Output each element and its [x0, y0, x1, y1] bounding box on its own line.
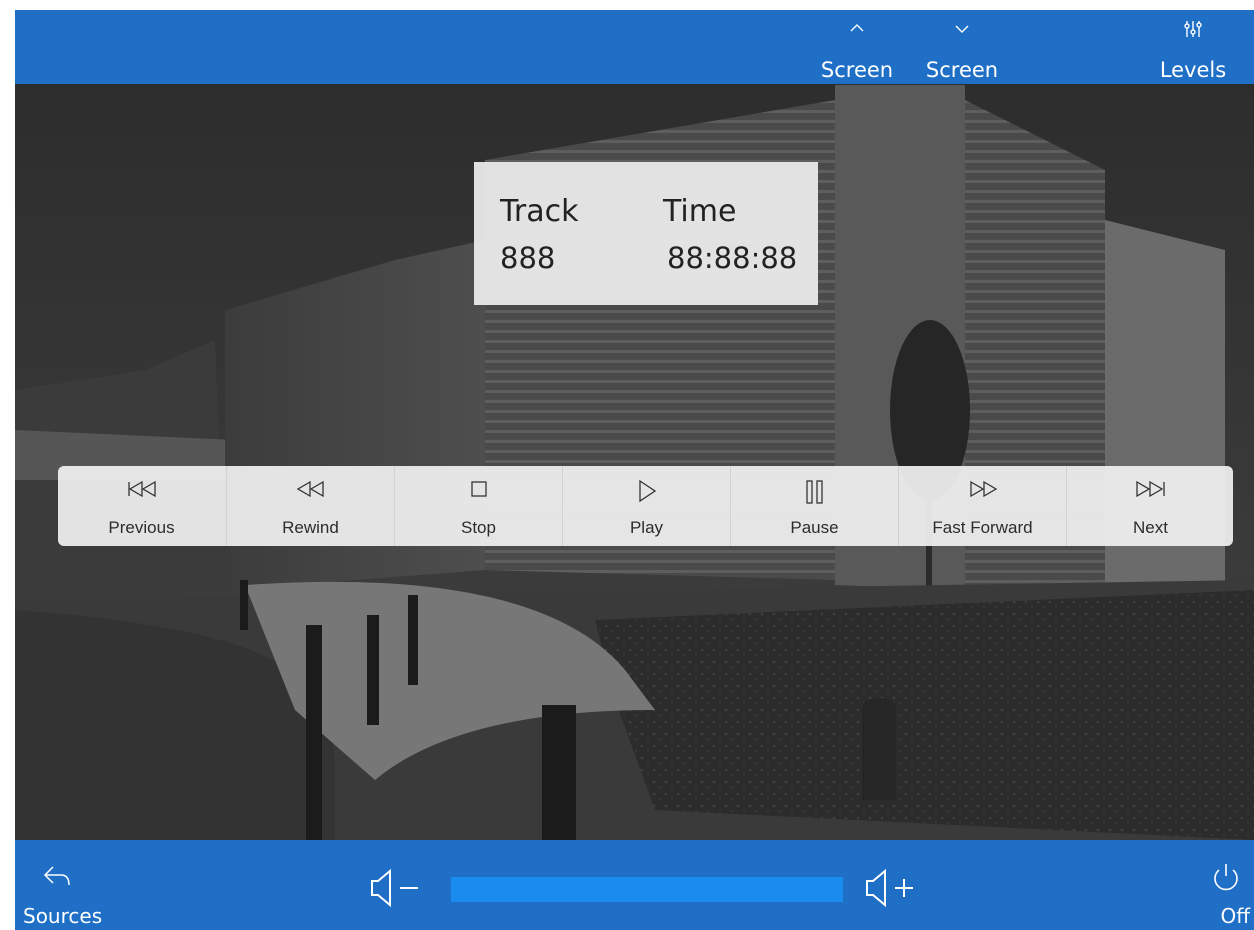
fast-forward-label: Fast Forward [932, 518, 1033, 537]
panel-frame: Screen Screen Levels Track Time 888 88:8… [15, 10, 1254, 930]
levels-button[interactable]: Levels [1143, 10, 1243, 84]
skip-next-icon [1067, 479, 1234, 505]
bottom-bar: Sources Off [15, 840, 1254, 930]
track-heading: Track [500, 194, 579, 229]
next-button[interactable]: Next [1066, 466, 1234, 546]
elapsed-time: 88:88:88 [667, 241, 798, 275]
sliders-icon [1143, 20, 1243, 38]
levels-label: Levels [1159, 58, 1227, 82]
previous-button[interactable]: Previous [58, 466, 225, 546]
off-label: Off [1220, 904, 1250, 928]
back-arrow-icon [43, 866, 70, 886]
pause-button[interactable]: Pause [730, 466, 898, 546]
sources-button[interactable]: Sources [15, 840, 111, 930]
top-bar: Screen Screen Levels [15, 10, 1254, 84]
rewind-icon [227, 479, 394, 505]
fast-forward-button[interactable]: Fast Forward [898, 466, 1066, 546]
track-number: 888 [500, 241, 556, 275]
power-icon [1214, 864, 1238, 891]
time-heading: Time [663, 194, 737, 229]
power-off-button[interactable]: Off [1195, 840, 1254, 930]
screen-up-label: Screen [820, 58, 894, 82]
chevron-down-icon [919, 20, 1005, 38]
screen-down-label: Screen [925, 58, 999, 82]
skip-previous-icon [58, 479, 225, 505]
play-icon [563, 479, 730, 505]
play-label: Play [629, 518, 664, 537]
pause-label: Pause [790, 518, 839, 537]
rewind-label: Rewind [282, 518, 339, 537]
chevron-up-icon [814, 20, 900, 38]
rewind-button[interactable]: Rewind [226, 466, 394, 546]
volume-up-button[interactable] [861, 865, 931, 911]
previous-label: Previous [108, 518, 175, 537]
screen-up-button[interactable]: Screen [814, 10, 900, 84]
volume-down-button[interactable] [360, 865, 430, 911]
stop-label: Stop [461, 518, 496, 537]
volume-up-icon [866, 868, 913, 908]
play-button[interactable]: Play [562, 466, 730, 546]
volume-down-icon [371, 868, 418, 908]
stop-button[interactable]: Stop [394, 466, 562, 546]
screen-down-button[interactable]: Screen [919, 10, 1005, 84]
now-playing-panel: Track Time 888 88:88:88 [474, 162, 818, 305]
next-label: Next [1133, 518, 1168, 537]
volume-slider[interactable] [451, 877, 843, 902]
transport-bar: Previous Rewind Stop Play Pause Fast For… [58, 466, 1233, 546]
stop-icon [395, 479, 562, 505]
sources-label: Sources [23, 904, 103, 928]
fast-forward-icon [899, 479, 1066, 505]
pause-icon [731, 479, 898, 505]
